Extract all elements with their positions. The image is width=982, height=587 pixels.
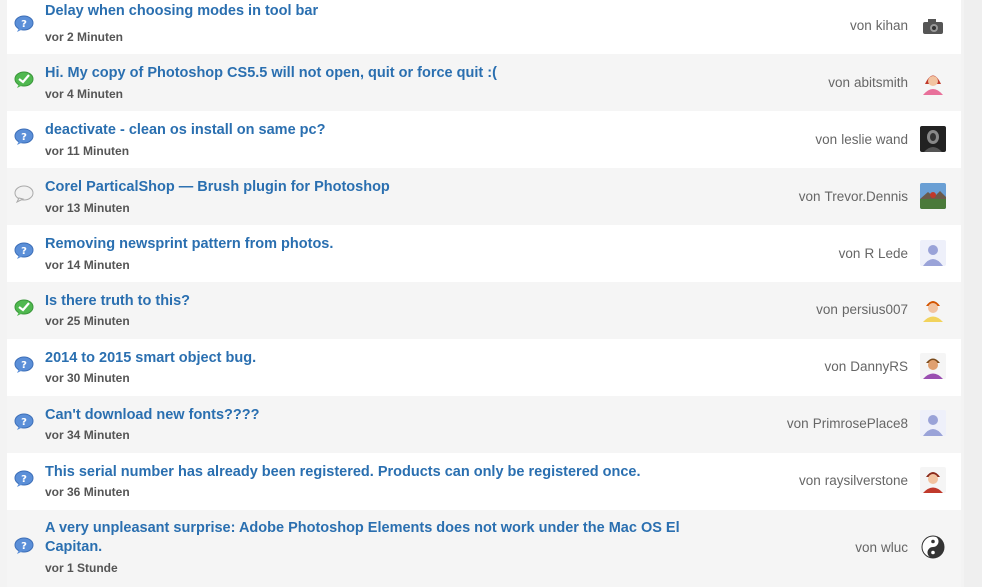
author-prefix: von (824, 359, 847, 374)
thread-row[interactable]: ? 2014 to 2015 smart object bug. vor 30 … (7, 339, 961, 396)
thread-list: ? Delay when choosing modes in tool bar … (0, 0, 982, 587)
svg-text:?: ? (21, 132, 27, 143)
author-name[interactable]: persius007 (842, 302, 908, 317)
thread-time: vor 30 Minuten (45, 371, 130, 385)
svg-text:?: ? (21, 474, 27, 485)
question-bubble-icon: ? (14, 470, 34, 487)
question-bubble-icon: ? (14, 242, 34, 259)
thread-author[interactable]: von R Lede (648, 246, 908, 262)
male-red-avatar[interactable] (920, 467, 946, 493)
thread-author[interactable]: von wluc (648, 540, 908, 556)
thread-title-link[interactable]: deactivate - clean os install on same pc… (45, 121, 685, 140)
thread-row[interactable]: ? deactivate - clean os install on same … (7, 111, 961, 168)
author-prefix: von (798, 189, 821, 204)
author-prefix: von (798, 473, 821, 488)
thread-author[interactable]: von Trevor.Dennis (648, 189, 908, 205)
thread-author[interactable]: von abitsmith (648, 75, 908, 91)
svg-text:?: ? (21, 541, 27, 552)
answered-bubble-icon (14, 71, 34, 88)
author-name[interactable]: Trevor.Dennis (824, 189, 908, 204)
thread-time: vor 1 Stunde (45, 561, 118, 575)
svg-text:?: ? (21, 360, 27, 371)
thread-author[interactable]: von DannyRS (648, 359, 908, 375)
male-dark-avatar[interactable] (920, 353, 946, 379)
camera-avatar[interactable] (920, 13, 946, 39)
thread-title-link[interactable]: This serial number has already been regi… (45, 463, 685, 482)
default-user-avatar[interactable] (920, 410, 946, 436)
thread-time: vor 13 Minuten (45, 201, 130, 215)
thread-author[interactable]: von PrimrosePlace8 (648, 416, 908, 432)
thread-row[interactable]: Is there truth to this? vor 25 Minuten v… (7, 282, 961, 339)
question-bubble-icon: ? (14, 128, 34, 145)
author-name[interactable]: kihan (876, 18, 908, 33)
thread-row[interactable]: ? This serial number has already been re… (7, 453, 961, 510)
thread-author[interactable]: von raysilverstone (648, 473, 908, 489)
thread-time: vor 34 Minuten (45, 428, 130, 442)
thread-title-link[interactable]: 2014 to 2015 smart object bug. (45, 349, 685, 368)
scrollbar[interactable] (964, 0, 982, 587)
discussion-bubble-icon (14, 185, 34, 204)
question-bubble-icon: ? (14, 356, 34, 373)
author-name[interactable]: raysilverstone (825, 473, 908, 488)
author-name[interactable]: abitsmith (854, 75, 908, 90)
answered-bubble-icon (14, 299, 34, 316)
author-prefix: von (849, 18, 872, 33)
question-bubble-icon: ? (14, 537, 34, 554)
author-name[interactable]: DannyRS (850, 359, 908, 374)
author-name[interactable]: R Lede (864, 246, 908, 261)
svg-text:?: ? (21, 19, 27, 30)
thread-author[interactable]: von leslie wand (648, 132, 908, 148)
thread-time: vor 25 Minuten (45, 314, 130, 328)
thread-title-link[interactable]: Delay when choosing modes in tool bar (45, 2, 685, 21)
author-prefix: von (828, 75, 850, 90)
author-prefix: von (786, 416, 809, 431)
svg-text:?: ? (21, 417, 27, 428)
thread-row[interactable]: Hi. My copy of Photoshop CS5.5 will not … (7, 54, 961, 111)
thread-title-link[interactable]: Hi. My copy of Photoshop CS5.5 will not … (45, 64, 685, 83)
author-name[interactable]: PrimrosePlace8 (813, 416, 908, 431)
thread-row[interactable]: ? Delay when choosing modes in tool bar … (7, 0, 961, 54)
landscape-avatar[interactable] (920, 183, 946, 209)
author-name[interactable]: wluc (881, 540, 908, 555)
thread-time: vor 36 Minuten (45, 485, 130, 499)
svg-text:?: ? (21, 246, 27, 257)
thread-title-link[interactable]: Can't download new fonts???? (45, 406, 685, 425)
thread-row[interactable]: ? Removing newsprint pattern from photos… (7, 225, 961, 282)
question-bubble-icon: ? (14, 15, 34, 32)
thread-title-link[interactable]: Is there truth to this? (45, 292, 685, 311)
thread-time: vor 2 Minuten (45, 30, 124, 44)
thread-time: vor 11 Minuten (45, 144, 130, 158)
thread-row[interactable]: ? A very unpleasant surprise: Adobe Phot… (7, 510, 961, 587)
thread-time: vor 14 Minuten (45, 258, 130, 272)
author-prefix: von (816, 302, 838, 317)
author-prefix: von (838, 246, 861, 261)
male-avatar[interactable] (920, 296, 946, 322)
author-name[interactable]: leslie wand (841, 132, 908, 147)
dark-portrait-avatar[interactable] (920, 126, 946, 152)
thread-title-link[interactable]: Removing newsprint pattern from photos. (45, 235, 685, 254)
question-bubble-icon: ? (14, 413, 34, 430)
thread-row[interactable]: Corel ParticalShop — Brush plugin for Ph… (7, 168, 961, 225)
thread-time: vor 4 Minuten (45, 87, 124, 101)
thread-title-link[interactable]: A very unpleasant surprise: Adobe Photos… (45, 519, 685, 557)
thread-title-link[interactable]: Corel ParticalShop — Brush plugin for Ph… (45, 178, 685, 197)
thread-author[interactable]: von persius007 (648, 302, 908, 318)
author-prefix: von (815, 132, 838, 147)
yin-yang-avatar[interactable] (920, 534, 946, 560)
default-user-avatar[interactable] (920, 240, 946, 266)
author-prefix: von (855, 540, 877, 555)
female-avatar[interactable] (920, 69, 946, 95)
thread-author[interactable]: von kihan (648, 18, 908, 34)
thread-row[interactable]: ? Can't download new fonts???? vor 34 Mi… (7, 396, 961, 453)
